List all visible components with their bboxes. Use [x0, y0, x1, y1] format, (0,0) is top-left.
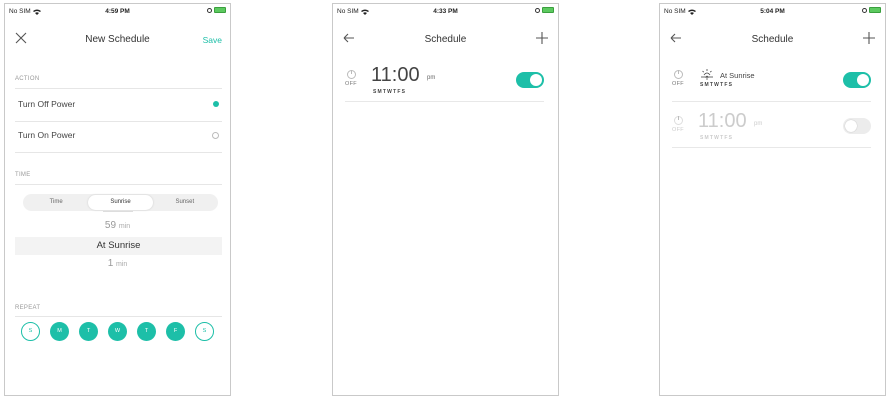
schedule-time: 11:00 [698, 110, 747, 132]
divider [15, 88, 222, 89]
day-friday[interactable]: F [166, 322, 185, 341]
schedule-days: SMTWTFS [700, 82, 734, 88]
segment-sunrise[interactable]: Sunrise [88, 195, 153, 210]
status-time: 5:04 PM [760, 8, 785, 15]
option-turn-on-power[interactable]: Turn On Power [5, 121, 230, 151]
radio-unselected[interactable] [212, 132, 219, 139]
page-title: New Schedule [85, 34, 150, 45]
new-schedule-screen: No SIM 4:59 PM New Schedule Save ACTION … [4, 3, 231, 396]
power-icon [674, 70, 683, 79]
picker-ghost-row [5, 211, 230, 216]
divider [15, 316, 222, 317]
power-icon [674, 116, 683, 125]
schedule-days: SMTWTFS [373, 89, 407, 95]
save-button[interactable]: Save [203, 35, 222, 45]
day-tuesday[interactable]: T [79, 322, 98, 341]
picker-row-above: 59 min [104, 220, 131, 231]
segment-sunset[interactable]: Sunset [153, 195, 217, 210]
time-section-label: TIME [15, 172, 31, 178]
sunrise-icon [701, 69, 713, 80]
schedule-row[interactable]: OFF 11:00 pm SMTWTFS [345, 64, 544, 102]
battery-icon [869, 7, 881, 13]
schedule-row-sunrise[interactable]: OFF At Sunrise SMTWTFS [672, 66, 871, 102]
action-section-label: ACTION [15, 76, 40, 82]
option-turn-off-power[interactable]: Turn Off Power [5, 90, 230, 120]
day-saturday[interactable]: S [195, 322, 214, 341]
divider [15, 184, 222, 185]
option-label: Turn On Power [18, 130, 76, 140]
orientation-lock-icon [535, 7, 540, 13]
schedule-time: 11:00 [371, 64, 420, 86]
plus-icon[interactable] [862, 31, 876, 45]
power-icon [347, 70, 356, 79]
nav-bar: Schedule [660, 24, 885, 54]
status-bar: No SIM 5:04 PM [660, 4, 885, 18]
schedule-action: OFF [672, 81, 684, 87]
schedule-ampm: pm [754, 121, 763, 127]
page-title: Schedule [424, 34, 467, 45]
divider [15, 152, 222, 153]
radio-selected[interactable] [213, 101, 219, 107]
schedule-days: SMTWTFS [700, 135, 734, 141]
schedule-toggle[interactable] [843, 118, 871, 134]
schedule-toggle[interactable] [843, 72, 871, 88]
schedule-screen: No SIM 4:33 PM Schedule OFF 11:00 pm SMT… [332, 3, 559, 396]
status-bar: No SIM 4:59 PM [5, 4, 230, 18]
nav-bar: Schedule [333, 24, 558, 54]
plus-icon[interactable] [535, 31, 549, 45]
repeat-day-selector: S M T W T F S [21, 322, 214, 341]
schedule-ampm: pm [427, 75, 436, 81]
day-monday[interactable]: M [50, 322, 69, 341]
page-title: Schedule [751, 34, 794, 45]
offset-picker[interactable]: 59 min At Sunrise 1 min [5, 211, 230, 279]
option-label: Turn Off Power [18, 99, 76, 109]
schedule-screen-sunrise: No SIM 5:04 PM Schedule OFF At Sunrise S… [659, 3, 886, 396]
day-sunday[interactable]: S [21, 322, 40, 341]
schedule-action: OFF [345, 81, 357, 87]
status-time: 4:59 PM [105, 8, 130, 15]
orientation-lock-icon [862, 7, 867, 13]
status-time: 4:33 PM [433, 8, 458, 15]
orientation-lock-icon [207, 7, 212, 13]
battery-icon [214, 7, 226, 13]
picker-row-below: 1 min [107, 258, 128, 269]
picker-selected-row: At Sunrise [15, 237, 222, 255]
time-mode-segmented-control: Time Sunrise Sunset [23, 194, 218, 211]
toggle-knob [857, 74, 869, 86]
schedule-sunrise-label: At Sunrise [720, 71, 755, 80]
repeat-section-label: REPEAT [15, 305, 41, 311]
schedule-action: OFF [672, 127, 684, 133]
nav-bar: New Schedule Save [5, 24, 230, 54]
schedule-toggle[interactable] [516, 72, 544, 88]
segment-time[interactable]: Time [24, 195, 88, 210]
schedule-row-disabled[interactable]: OFF 11:00 pm SMTWTFS [672, 110, 871, 148]
day-thursday[interactable]: T [137, 322, 156, 341]
day-wednesday[interactable]: W [108, 322, 127, 341]
toggle-knob [530, 74, 542, 86]
status-bar: No SIM 4:33 PM [333, 4, 558, 18]
battery-icon [542, 7, 554, 13]
toggle-knob [845, 120, 857, 132]
